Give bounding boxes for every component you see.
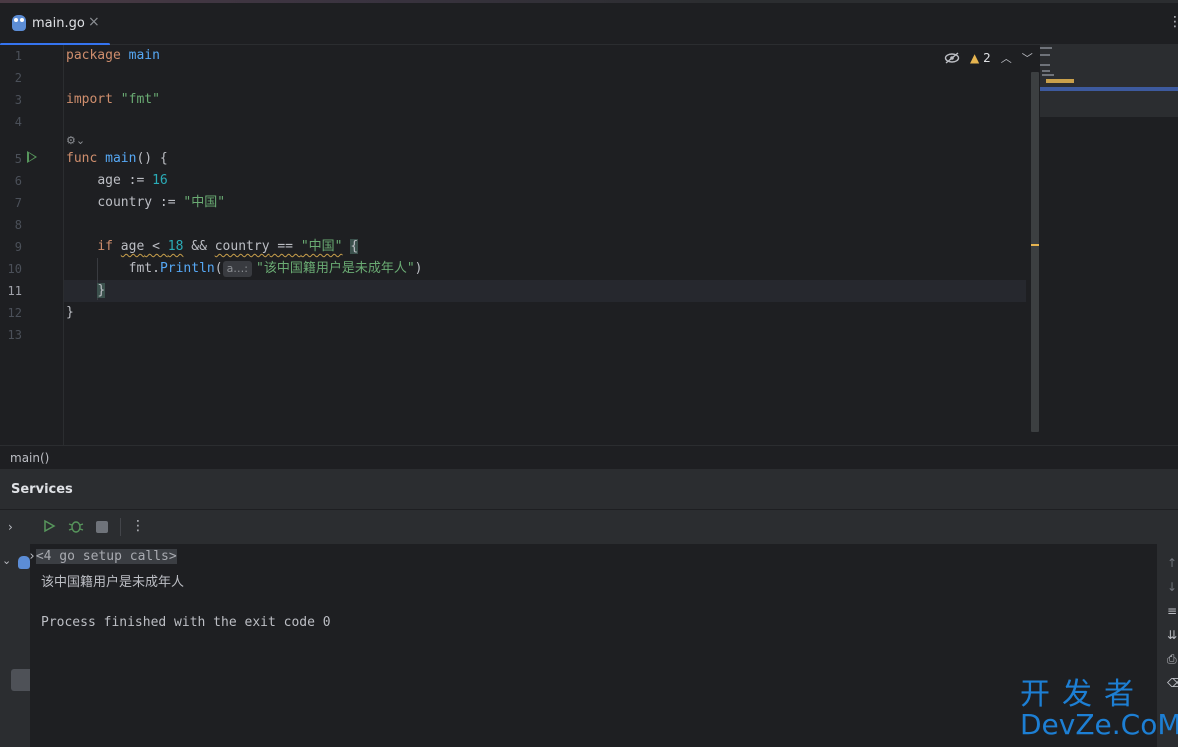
console-line: 该中国籍用户是未成年人: [41, 575, 185, 590]
console-line: Process finished with the exit code 0: [41, 615, 331, 630]
inspection-widget[interactable]: ▲ 2 ︿ ﹀: [944, 50, 1033, 66]
line-number: 2: [14, 71, 22, 85]
editor-scrollbar[interactable]: [1031, 72, 1039, 432]
chevron-right-icon: ›: [28, 549, 36, 564]
code-line-6: age := 16: [97, 173, 168, 188]
tree-scroll-thumb[interactable]: [11, 669, 30, 691]
run-icon[interactable]: [42, 519, 56, 533]
more-options-icon[interactable]: ⋮: [1168, 14, 1178, 30]
matched-brace: }: [97, 283, 106, 298]
line-number: 9: [14, 240, 22, 254]
panel-title: Services: [11, 482, 73, 497]
scroll-up-icon[interactable]: ↑: [1167, 556, 1177, 570]
code-line-12: }: [66, 305, 74, 320]
line-gutter: 1 2 3 4 5 6 7 8 9 10 11 12 13: [0, 45, 64, 445]
folded-calls[interactable]: <4 go setup calls>: [35, 549, 177, 564]
soft-wrap-icon[interactable]: ≡: [1167, 604, 1177, 618]
code-line-1: package main: [66, 48, 160, 63]
watermark-bottom-text: DevZe.CoM: [1020, 708, 1178, 741]
current-line-highlight: [64, 280, 1026, 302]
chevron-right-icon[interactable]: ›: [8, 520, 13, 534]
matched-brace: {: [350, 239, 359, 254]
breadcrumb-item[interactable]: main(): [10, 451, 49, 465]
codelens-icon[interactable]: ⚙⌄: [66, 134, 85, 147]
line-number: 10: [7, 262, 22, 276]
scroll-down-icon[interactable]: ↓: [1167, 580, 1177, 594]
minimap-highlight: [1046, 79, 1074, 83]
services-tree[interactable]: ⌄: [0, 544, 30, 747]
go-file-icon: [12, 15, 26, 31]
code-line-3: import "fmt": [66, 92, 160, 107]
run-icon[interactable]: [27, 151, 37, 163]
minimap-viewport: [1040, 87, 1178, 91]
stop-icon[interactable]: [96, 521, 108, 533]
line-number: 6: [14, 174, 22, 188]
code-line-10: fmt.Println(a…: "该中国籍用户是未成年人"): [128, 261, 423, 277]
title-accent-line: [0, 0, 1178, 3]
tab-main-go[interactable]: main.go ×: [0, 3, 110, 46]
warning-icon: ▲: [970, 51, 980, 65]
line-number: 7: [14, 196, 22, 210]
line-number-active: 11: [7, 284, 22, 298]
minimap-line: [1040, 54, 1050, 56]
chevron-up-icon[interactable]: ︿: [1001, 50, 1012, 66]
line-number: 13: [7, 328, 22, 342]
line-number: 5: [14, 152, 22, 166]
site-watermark: 开发者 DevZe.CoM: [1020, 677, 1178, 741]
code-line-11: }: [66, 280, 106, 302]
minimap-line: [1042, 74, 1054, 76]
chevron-down-icon[interactable]: ⌄: [2, 554, 11, 567]
line-number: 12: [7, 306, 22, 320]
services-panel: Services › ⋮ ⌄ ›<4 go setup calls> 该中国籍用…: [0, 469, 1178, 747]
parameter-hint: a…:: [222, 261, 253, 277]
warning-squiggle: age: [120, 239, 145, 254]
line-number: 3: [14, 93, 22, 107]
more-icon[interactable]: ⋮: [131, 518, 145, 534]
chevron-down-icon[interactable]: ﹀: [1022, 50, 1033, 66]
console-output[interactable]: ›<4 go setup calls> 该中国籍用户是未成年人 Process …: [28, 544, 1157, 747]
code-line-9: if age < 18 && country == "中国" {: [97, 239, 359, 254]
services-header: Services: [0, 469, 1178, 509]
eye-off-icon[interactable]: [944, 52, 960, 64]
line-number: 4: [14, 115, 22, 129]
code-line-5: func main() {: [66, 151, 168, 166]
code-line-7: country := "中国": [97, 195, 226, 210]
code-minimap[interactable]: [1040, 45, 1178, 117]
tab-filename: main.go: [32, 16, 85, 31]
scroll-to-end-icon[interactable]: ⇊: [1167, 628, 1177, 642]
toolbar-separator: [120, 518, 121, 536]
minimap-line: [1042, 70, 1050, 72]
debug-icon[interactable]: [68, 519, 84, 533]
minimap-line: [1040, 47, 1052, 49]
warning-stripe-marker[interactable]: [1031, 244, 1039, 246]
close-icon[interactable]: ×: [88, 14, 100, 30]
line-number: 8: [14, 218, 22, 232]
line-number: 1: [14, 49, 22, 63]
watermark-top-text: 开发者: [1020, 677, 1146, 712]
minimap-line: [1040, 64, 1050, 66]
editor-tab-bar: main.go × ⋮: [0, 0, 1178, 46]
console-line: ›<4 go setup calls>: [28, 549, 177, 564]
breadcrumb[interactable]: main(): [0, 445, 1178, 469]
code-editor[interactable]: 1 2 3 4 5 6 7 8 9 10 11 12 13 ⚙⌄ package…: [0, 45, 1178, 445]
services-toolbar: › ⋮: [0, 509, 1178, 544]
warning-count[interactable]: ▲ 2: [970, 51, 991, 65]
print-icon[interactable]: ⎙: [1167, 652, 1177, 667]
